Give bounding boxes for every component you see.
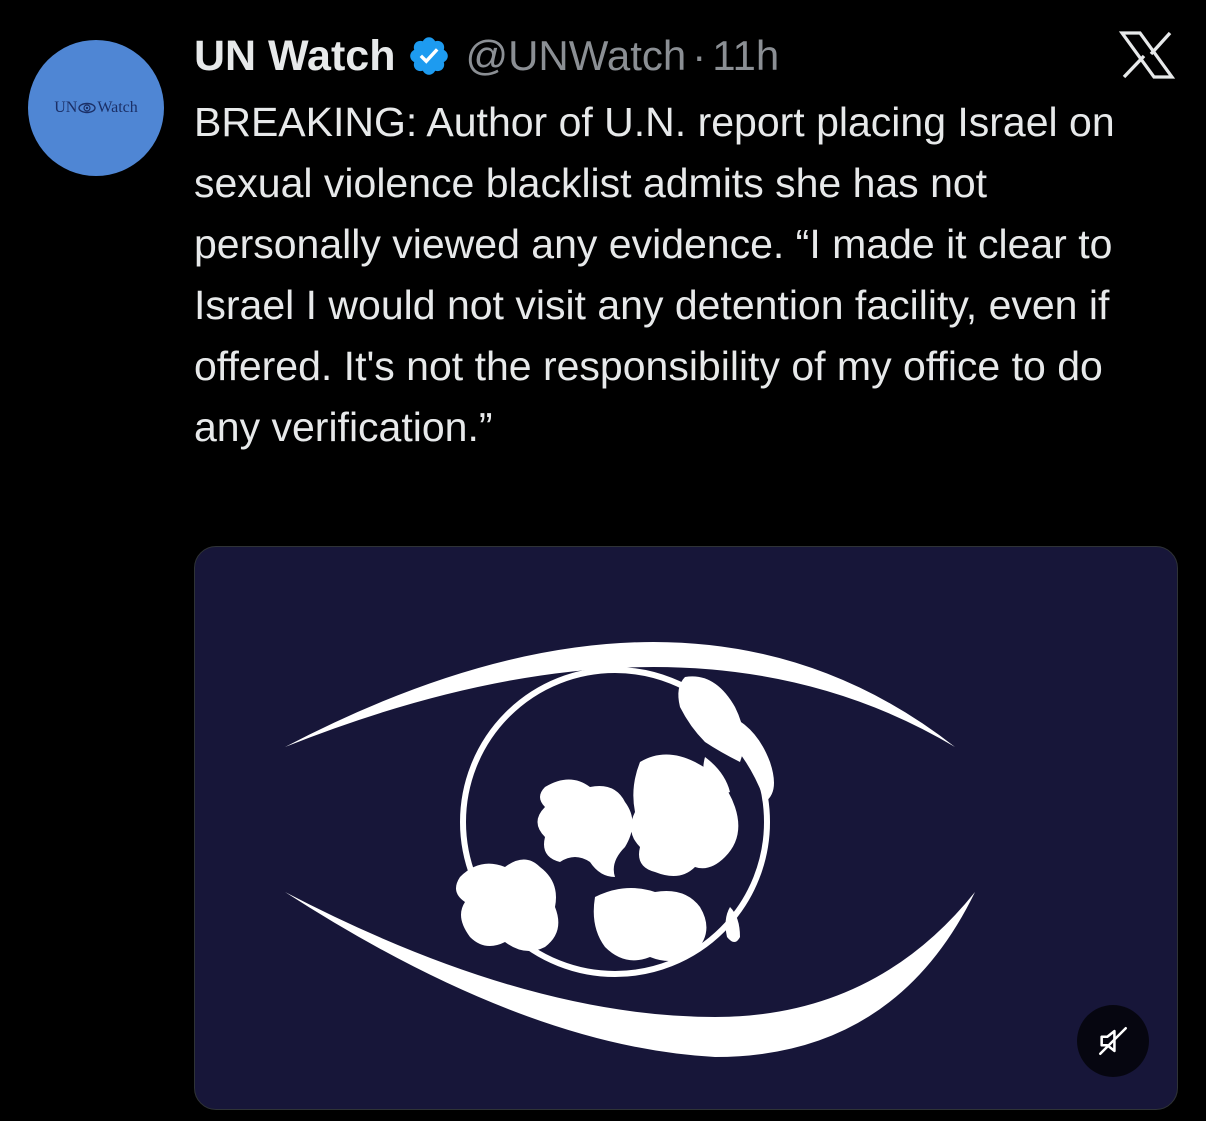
- mute-toggle-button[interactable]: [1077, 1005, 1149, 1077]
- x-logo-icon[interactable]: [1118, 30, 1176, 80]
- timestamp[interactable]: 11h: [712, 32, 779, 80]
- tweet-card[interactable]: UN Watch UN Watch @UNWatch · 11h BREAKIN…: [0, 0, 1206, 1121]
- separator-dot: ·: [692, 32, 707, 79]
- display-name[interactable]: UN Watch: [194, 32, 395, 81]
- speaker-muted-icon: [1098, 1026, 1128, 1056]
- eye-globe-logo-icon: [285, 642, 975, 1057]
- handle[interactable]: @UNWatch: [465, 32, 686, 80]
- avatar-logo: UN Watch: [54, 99, 138, 117]
- avatar[interactable]: UN Watch: [28, 40, 164, 176]
- tweet-media-video[interactable]: [194, 546, 1178, 1110]
- avatar-text-watch: Watch: [97, 99, 138, 116]
- tweet-header: UN Watch @UNWatch · 11h: [194, 26, 779, 86]
- eye-icon: [78, 102, 97, 114]
- verified-badge-icon[interactable]: [407, 34, 451, 78]
- tweet-text: BREAKING: Author of U.N. report placing …: [194, 99, 1115, 450]
- avatar-text-un: UN: [54, 99, 78, 116]
